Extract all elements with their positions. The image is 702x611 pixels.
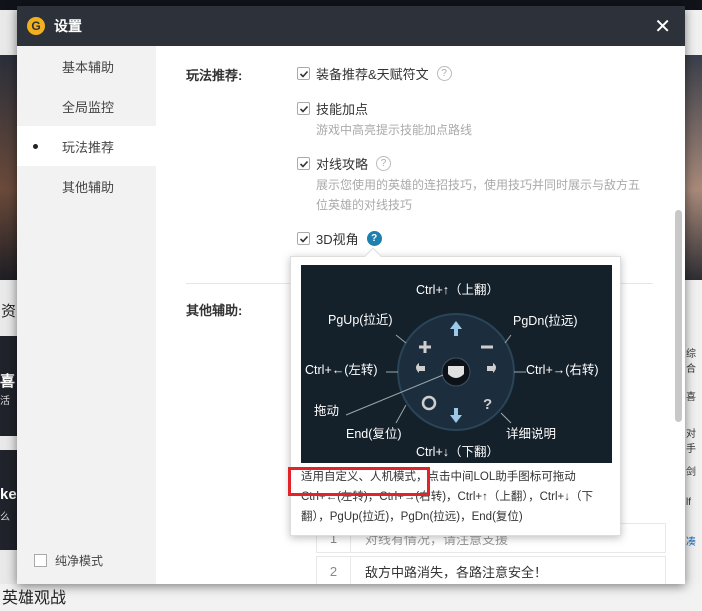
- option-label: 技能加点: [316, 102, 369, 117]
- tooltip-text: 点击中间LOL助手图标可拖动: [427, 471, 576, 483]
- camera-control-diagram: ? Ctrl+↑（上翻） PgUp(拉近) PgDn(拉远) Ctrl+←(左转…: [301, 265, 612, 463]
- settings-content: 玩法推荐: 装备推荐&天赋符文 ? 技能加点 游戏中高亮提示技能加点路线 对线攻…: [156, 46, 685, 584]
- option-label: 装备推荐&天赋符文: [316, 67, 429, 82]
- background-text: 喜: [686, 392, 696, 403]
- sidebar-item-label: 基本辅助: [62, 59, 115, 75]
- scrollbar-thumb[interactable]: [675, 210, 682, 422]
- label-pgdn: PgDn(拉远): [513, 314, 578, 328]
- active-dot-icon: [33, 144, 38, 149]
- label-ctrl-up: Ctrl+↑（上翻）: [416, 283, 499, 297]
- background-text: 英雄观战: [2, 590, 67, 607]
- background-text: 活: [0, 396, 10, 407]
- background-text: 对手: [686, 429, 696, 455]
- section-title-gameplay: 玩法推荐:: [186, 68, 243, 83]
- 3d-view-tooltip: ? Ctrl+↑（上翻） PgUp(拉近) PgDn(拉远) Ctrl+←(左转…: [288, 247, 621, 536]
- sidebar-item-other[interactable]: 其他辅助: [17, 166, 156, 206]
- checkbox-checked-icon[interactable]: [297, 67, 310, 80]
- background-text: 么: [0, 512, 10, 523]
- tooltip-arrow: [364, 247, 382, 265]
- question-icon: ?: [483, 396, 492, 413]
- leader-line: [504, 334, 512, 344]
- background-left-panel: 资 喜 活 ke 么: [0, 10, 17, 611]
- checkbox-checked-icon[interactable]: [297, 232, 310, 245]
- leader-line: [395, 404, 407, 424]
- help-icon[interactable]: ?: [366, 231, 382, 246]
- label-drag: 拖动: [314, 404, 340, 418]
- label-detail: 详细说明: [506, 427, 557, 441]
- background-card: 喜 活: [0, 336, 17, 436]
- pure-mode-checkbox[interactable]: 纯净模式: [34, 552, 103, 569]
- background-text: lf: [686, 497, 691, 508]
- option-label: 3D视角: [316, 232, 359, 247]
- option-description: 展示您使用的英雄的连招技巧，使用技巧并同时展示与敌方五位英雄的对线技巧: [316, 178, 641, 212]
- checkbox-icon[interactable]: [34, 554, 47, 567]
- row-text: 敌方中路消失，各路注意安全！: [365, 564, 548, 580]
- list-item[interactable]: 2 敌方中路消失，各路注意安全！: [316, 556, 666, 584]
- background-text: 喜: [0, 373, 16, 390]
- background-text: ke: [0, 486, 17, 503]
- section-title-other: 其他辅助:: [186, 303, 243, 318]
- background-hero-image: [0, 55, 17, 280]
- background-card: ke 么: [0, 450, 17, 550]
- dialog-title: 设置: [54, 18, 82, 34]
- leader-line: [395, 334, 407, 344]
- background-hero-image: [685, 55, 702, 280]
- background-text: 资: [1, 303, 17, 320]
- label-pgup: PgUp(拉近): [328, 313, 393, 327]
- option-lane-guide[interactable]: 对线攻略 ?: [297, 154, 392, 173]
- sidebar-item-label: 全局监控: [62, 99, 115, 115]
- background-bottom-bar: 英雄观战: [0, 584, 702, 611]
- option-description: 游戏中高亮提示技能加点路线: [316, 123, 473, 137]
- pure-mode-label: 纯净模式: [55, 554, 104, 568]
- help-icon[interactable]: ?: [436, 66, 452, 81]
- sidebar-item-gameplay[interactable]: 玩法推荐: [17, 126, 156, 166]
- sidebar-item-label: 其他辅助: [62, 179, 115, 195]
- sidebar-item-label: 玩法推荐: [62, 139, 115, 155]
- leader-line: [500, 412, 512, 424]
- background-text: 综合: [686, 349, 696, 375]
- sidebar-item-basic[interactable]: 基本辅助: [17, 46, 156, 86]
- background-text: 剑: [686, 467, 696, 478]
- dialog-titlebar: G 设置 ✕: [17, 6, 685, 46]
- background-text: 凑: [686, 537, 696, 548]
- settings-sidebar: 基本辅助 全局监控 玩法推荐 其他辅助 纯净模式: [17, 46, 156, 584]
- label-ctrl-down: Ctrl+↓（下翻）: [416, 445, 499, 459]
- app-logo-icon: G: [27, 17, 45, 35]
- option-skill-points[interactable]: 技能加点: [297, 99, 368, 118]
- option-equipment[interactable]: 装备推荐&天赋符文 ?: [297, 64, 452, 83]
- help-icon[interactable]: ?: [376, 156, 392, 171]
- settings-dialog: G 设置 ✕ 基本辅助 全局监控 玩法推荐 其他辅助 纯净模式 玩法推荐: 装备…: [17, 6, 685, 584]
- label-ctrl-right: Ctrl+→(右转): [526, 363, 599, 377]
- option-3d-view[interactable]: 3D视角 ?: [297, 229, 382, 248]
- checkbox-checked-icon[interactable]: [297, 157, 310, 170]
- option-label: 对线攻略: [316, 157, 369, 172]
- sidebar-item-monitor[interactable]: 全局监控: [17, 86, 156, 126]
- row-number: 2: [317, 557, 351, 584]
- highlight-box: [288, 467, 430, 496]
- label-ctrl-left: Ctrl+←(左转): [305, 363, 378, 377]
- close-icon[interactable]: ✕: [654, 14, 671, 39]
- label-end: End(复位): [346, 427, 402, 441]
- checkbox-checked-icon[interactable]: [297, 102, 310, 115]
- background-right-panel: 综合 喜 对手 剑 lf 凑: [685, 10, 702, 611]
